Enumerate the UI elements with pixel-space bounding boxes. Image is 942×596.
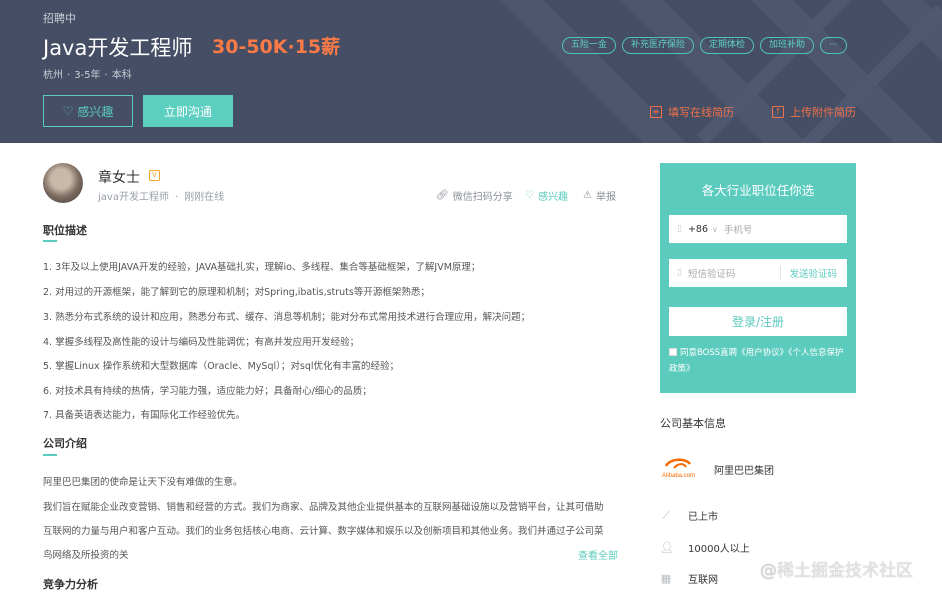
company-info-row: ▦ 互联网 [660, 571, 718, 586]
benefit-tag: 加班补助 [760, 37, 815, 54]
interest-button[interactable]: ♡ 感兴趣 [43, 95, 133, 127]
watermark-at: @ [760, 561, 777, 581]
sms-code-input[interactable]: ▯ 短信验证码 发送验证码 [669, 259, 847, 287]
company-size: 10000人以上 [688, 544, 750, 555]
wechat-share-label: 微信扫码分享 [452, 192, 513, 203]
job-status: 招聘中 [43, 12, 76, 25]
report-label: 举报 [595, 192, 616, 203]
phone-icon: ▯ [677, 224, 682, 234]
job-experience: 3-5年 [74, 70, 101, 81]
heart-icon: ♡ [62, 104, 74, 118]
company-intro-line: 阿里巴巴集团的使命是让天下没有难做的生意。 [43, 477, 243, 488]
watermark: @稀土掘金技术社区 [760, 556, 913, 581]
company-info-row: ⟋ 已上市 [660, 508, 718, 523]
job-description-line: 1. 3年及以上使用JAVA开发的经验，JAVA基础扎实，理解io、多线程、集合… [43, 262, 481, 273]
subtitle-separator: · [174, 192, 179, 203]
link-icon: 🔗︎ [436, 190, 449, 201]
company-intro-line: 鸟网络及所投资的关 [43, 550, 129, 561]
wechat-share-button[interactable]: 🔗︎ 微信扫码分享 [436, 188, 513, 203]
login-title: 各大行业职位任你选 [701, 183, 815, 198]
header-decoration [500, 0, 942, 143]
meta-separator: · [67, 70, 71, 81]
job-description-line: 3. 熟悉分布式系统的设计和应用，熟悉分布式、缓存、消息等机制；能对分布式常用技… [43, 312, 531, 323]
meta-separator: · [104, 70, 108, 81]
edit-resume-icon: ≡ [650, 106, 662, 118]
warning-icon: ⚠ [583, 190, 592, 201]
benefit-tag: 定期体检 [700, 37, 755, 54]
alibaba-logo: Alibaba.com [662, 458, 695, 479]
competitiveness-title: 竞争力分析 [43, 578, 98, 591]
shield-icon: ▯ [677, 268, 682, 278]
login-card: 各大行业职位任你选 ▯ +86 ∨ 手机号 ▯ 短信验证码 发送验证码 登录/注… [660, 163, 856, 393]
job-description-title: 职位描述 [43, 224, 87, 237]
grid-icon: ▦ [660, 571, 672, 585]
recruiter-interest-label: 感兴趣 [537, 192, 568, 203]
alibaba-logo-text: Alibaba.com [662, 473, 695, 479]
company-info-title: 公司基本信息 [660, 417, 726, 430]
agreement-text[interactable]: 同意BOSS直聘《用户协议》《个人信息保护政策》 [669, 348, 843, 374]
recruiter-online-status: 刚刚在线 [184, 192, 225, 203]
job-description-line: 5. 掌握Linux 操作系统和大型数据库（Oracle、MySql）；对sql… [43, 361, 400, 372]
benefit-tags: 五险一金 补充医疗保险 定期体检 加班补助 ··· [562, 37, 847, 54]
heart-icon: ♡ [525, 190, 534, 201]
company-intro-line: 我们旨在赋能企业改变营销、销售和经营的方式。我们为商家、品牌及其他企业提供基本的… [43, 502, 604, 513]
job-education: 本科 [111, 70, 132, 81]
job-header: 招聘中 Java开发工程师 30-50K·15薪 杭州 · 3-5年 · 本科 五险一金… [0, 0, 942, 143]
sms-code-placeholder: 短信验证码 [687, 269, 736, 280]
phone-input[interactable]: ▯ +86 ∨ 手机号 [669, 215, 847, 243]
chart-icon: ⟋ [662, 508, 670, 522]
chevron-down-icon: ∨ [712, 224, 718, 234]
job-title: Java开发工程师 [43, 36, 193, 60]
fill-online-resume-link[interactable]: ≡ 填写在线简历 [650, 104, 734, 120]
benefit-tag: 补充医疗保险 [622, 37, 695, 54]
upload-resume-link[interactable]: ↑ 上传附件简历 [772, 104, 856, 120]
login-register-button[interactable]: 登录/注册 [669, 307, 847, 336]
upload-icon: ↑ [772, 106, 784, 118]
company-intro-line: 互联网的力量与用户和客户互动。我们的业务包括核心电商、云计算、数字媒体和娱乐以及… [43, 526, 604, 537]
job-description-line: 4. 掌握多线程及高性能的设计与编码及性能调优；有高并发应用开发经验； [43, 337, 360, 348]
agreement: 同意BOSS直聘《用户协议》《个人信息保护政策》 [669, 345, 849, 377]
job-meta: 杭州 · 3-5年 · 本科 [43, 66, 132, 81]
company-info-row: 👤︎ 10000人以上 [660, 540, 750, 555]
agree-checkbox[interactable] [669, 348, 677, 356]
job-description-line: 7. 具备英语表达能力，有国际化工作经验优先。 [43, 410, 246, 421]
company-financing: 已上市 [688, 512, 718, 523]
recruiter-subtitle: java开发工程师 · 刚刚在线 [98, 188, 224, 203]
chat-now-button[interactable]: 立即沟通 [143, 95, 233, 127]
company-industry: 互联网 [688, 575, 718, 586]
watermark-text: 稀土掘金技术社区 [777, 561, 913, 581]
section-underline [43, 454, 57, 456]
job-description-line: 6. 对技术具有持续的热情，学习能力强，适应能力好；具备耐心/细心的品质； [43, 386, 372, 397]
benefit-tag: 五险一金 [562, 37, 617, 54]
verified-badge-icon: V [149, 170, 160, 181]
job-salary: 30-50K·15薪 [212, 36, 341, 58]
job-description-line: 2. 对用过的开源框架，能了解到它的原理和机制；对Spring,ibatis,s… [43, 287, 430, 298]
upload-resume-label: 上传附件简历 [790, 106, 856, 119]
recruiter-position: java开发工程师 [98, 192, 169, 203]
fill-online-resume-label: 填写在线简历 [668, 106, 734, 119]
recruiter-avatar [43, 163, 83, 203]
recruiter-interest-button[interactable]: ♡ 感兴趣 [525, 188, 568, 203]
report-button[interactable]: ⚠ 举报 [583, 188, 616, 203]
country-code-select[interactable]: +86 [688, 224, 708, 235]
send-code-button[interactable]: 发送验证码 [780, 266, 847, 280]
company-name[interactable]: 阿里巴巴集团 [714, 462, 774, 477]
phone-placeholder: 手机号 [723, 225, 753, 236]
section-underline [43, 240, 57, 242]
recruiter-name: 章女士 [98, 170, 140, 186]
interest-button-label: 感兴趣 [77, 104, 114, 119]
view-all-link[interactable]: 查看全部 [578, 547, 618, 562]
company-intro-title: 公司介绍 [43, 437, 87, 450]
job-city: 杭州 [43, 70, 63, 81]
more-tags-button[interactable]: ··· [820, 37, 847, 54]
people-icon: 👤︎ [660, 540, 674, 554]
